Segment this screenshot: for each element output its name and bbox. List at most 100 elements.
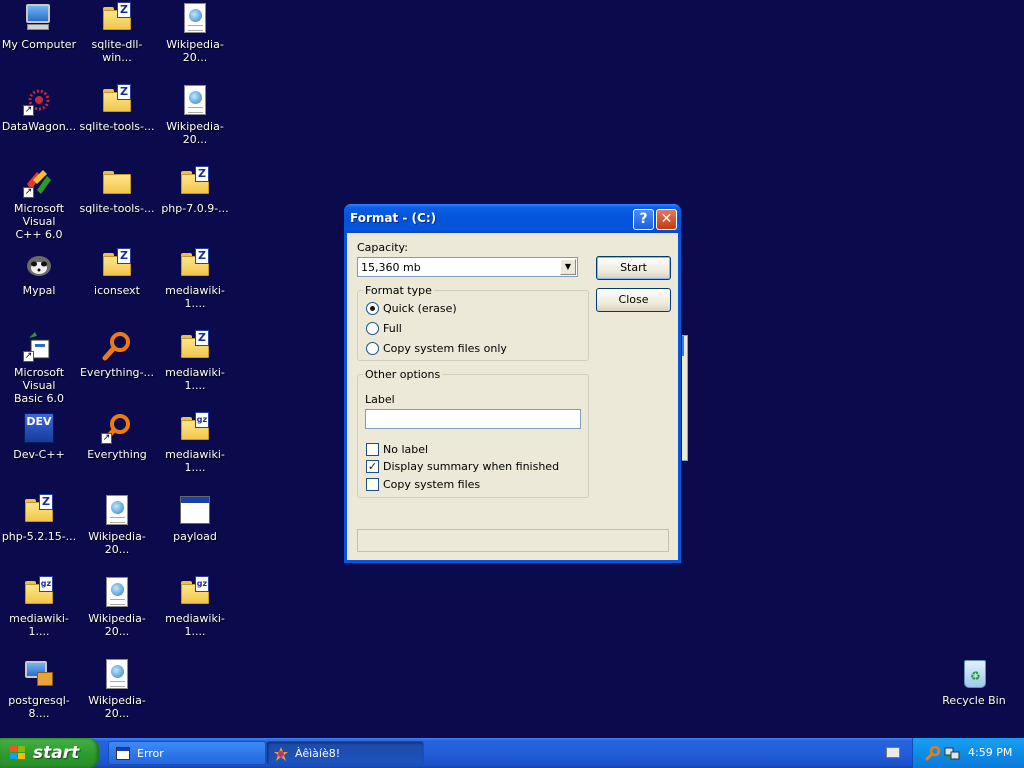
- dialog-title: Format - (C:): [350, 211, 437, 225]
- shortcut-arrow-icon: ↗: [23, 351, 34, 362]
- visual-basic-icon: ↗: [23, 330, 55, 362]
- desktop-icon-label: Microsoft Visual Basic 6.0: [13, 366, 65, 405]
- desktop-icon-recycle-bin[interactable]: ♻ Recycle Bin: [935, 658, 1013, 734]
- desktop-icon-label: Everything-...: [79, 366, 154, 379]
- desktop-icon-everything[interactable]: ↗ Everything: [78, 412, 156, 488]
- datawagon-icon: ↗: [23, 84, 55, 116]
- desktop-icon-label: My Computer: [1, 38, 77, 51]
- clock[interactable]: 4:59 PM: [968, 746, 1012, 759]
- desktop-icon-wikipedia-c2-c[interactable]: Wikipedia-20...: [78, 658, 156, 734]
- help-button[interactable]: ?: [633, 209, 654, 230]
- zip-folder-icon: Z: [23, 494, 55, 526]
- desktop-icon-mediawiki-zip-b[interactable]: Z mediawiki-1....: [156, 330, 234, 406]
- keyboard-icon[interactable]: [886, 747, 900, 758]
- desktop-icon-php7[interactable]: Z php-7.0.9-...: [156, 166, 234, 242]
- xml-document-icon: [179, 2, 211, 34]
- desktop-icon-label: sqlite-dll-win...: [91, 38, 143, 64]
- desktop-icon-label: mediawiki-1....: [165, 448, 225, 474]
- desktop-icon-label: mediawiki-1....: [165, 612, 225, 638]
- radio-quick-erase[interactable]: [366, 302, 379, 315]
- desktop-icon-devcpp[interactable]: DEV Dev-C++: [0, 412, 78, 488]
- checkbox-display-summary[interactable]: ✓: [366, 460, 379, 473]
- desktop-icon-mediawiki-gz-c[interactable]: gz mediawiki-1....: [156, 576, 234, 652]
- format-dialog: Format - (C:) ? ✕ Capacity: 15,360 mb ▼ …: [344, 204, 681, 563]
- desktop-icon-wikipedia-c3-b[interactable]: Wikipedia-20...: [156, 84, 234, 160]
- desktop-icon-mediawiki-zip-a[interactable]: Z mediawiki-1....: [156, 248, 234, 324]
- shortcut-arrow-icon: ↗: [23, 187, 34, 198]
- radio-copy-system-files-only[interactable]: [366, 342, 379, 355]
- magnifier-icon: [101, 330, 133, 362]
- desktop-icon-label: Everything: [87, 448, 147, 461]
- desktop-icon-label: sqlite-tools-...: [79, 202, 155, 215]
- raccoon-icon: [23, 248, 55, 280]
- checkbox-no-label[interactable]: [366, 443, 379, 456]
- desktop-icon-mypal[interactable]: Mypal: [0, 248, 78, 324]
- radio-full[interactable]: [366, 322, 379, 335]
- application-window-icon: [179, 494, 211, 526]
- application-icon: [273, 746, 289, 762]
- desktop-icon-label: Recycle Bin: [942, 694, 1006, 707]
- start-label: start: [33, 743, 80, 763]
- capacity-label: Capacity:: [357, 241, 408, 254]
- zip-folder-icon: Z: [179, 166, 211, 198]
- desktop-icon-label: postgresql-8....: [8, 694, 70, 720]
- desktop-icon-label: Microsoft Visual C++ 6.0: [13, 202, 65, 241]
- taskbar-item-format[interactable]: Àêìàíè8!: [266, 741, 424, 765]
- desktop-icon-mediawiki-gz-a[interactable]: gz mediawiki-1....: [0, 576, 78, 652]
- xml-document-icon: [101, 494, 133, 526]
- desktop-icon-msvb[interactable]: ↗ Microsoft Visual Basic 6.0: [0, 330, 78, 406]
- magnifier-icon: ↗: [101, 412, 133, 444]
- desktop-icon-my-computer[interactable]: My Computer: [0, 2, 78, 78]
- desktop-icon-sqlite-tools-zip[interactable]: Z sqlite-tools-...: [78, 84, 156, 160]
- volume-label-input[interactable]: [365, 409, 581, 429]
- taskbar: start Error Àêìàíè8! 4:59 PM: [0, 738, 1024, 768]
- start-button[interactable]: Start: [596, 256, 671, 280]
- desktop-icon-msvc[interactable]: ↗ Microsoft Visual C++ 6.0: [0, 166, 78, 242]
- desktop-icon-mediawiki-gz-b[interactable]: gz mediawiki-1....: [156, 412, 234, 488]
- desktop-icon-label: php-7.0.9-...: [161, 202, 229, 215]
- desktop-icon-everything-zip[interactable]: Everything-...: [78, 330, 156, 406]
- desktop-icon-label: sqlite-tools-...: [79, 120, 155, 133]
- desktop-icon-label: mediawiki-1....: [165, 366, 225, 392]
- xml-document-icon: [179, 84, 211, 116]
- search-tray-icon[interactable]: [925, 745, 941, 764]
- radio-full-label[interactable]: Full: [383, 322, 402, 335]
- recycle-bin-icon: ♻: [958, 658, 990, 690]
- checkbox-copy-system-files-label[interactable]: Copy system files: [383, 478, 480, 491]
- taskbar-item-label: Àêìàíè8!: [295, 747, 341, 760]
- taskbar-item-error[interactable]: Error: [108, 741, 266, 765]
- zip-folder-icon: Z: [101, 84, 133, 116]
- chevron-down-icon[interactable]: ▼: [560, 259, 576, 275]
- close-window-button[interactable]: ✕: [656, 209, 677, 230]
- desktop-icon-label: Wikipedia-20...: [166, 120, 224, 146]
- desktop-icon-wikipedia-c2-a[interactable]: Wikipedia-20...: [78, 494, 156, 570]
- checkbox-copy-system-files[interactable]: [366, 478, 379, 491]
- desktop-icon-label: php-5.2.15-...: [1, 530, 77, 543]
- desktop-icon-datawagon[interactable]: ↗ DataWagon...: [0, 84, 78, 160]
- close-button[interactable]: Close: [596, 288, 671, 312]
- start-button-taskbar[interactable]: start: [0, 738, 99, 768]
- zip-folder-icon: Z: [179, 248, 211, 280]
- postgresql-installer-icon: [23, 658, 55, 690]
- checkbox-display-summary-label[interactable]: Display summary when finished: [383, 460, 559, 473]
- label-caption: Label: [365, 393, 395, 406]
- capacity-select[interactable]: 15,360 mb ▼: [357, 257, 578, 277]
- checkbox-no-label-label[interactable]: No label: [383, 443, 428, 456]
- gz-folder-icon: gz: [179, 412, 211, 444]
- radio-copy-system-files-only-label[interactable]: Copy system files only: [383, 342, 507, 355]
- desktop-icon-iconsext[interactable]: Z iconsext: [78, 248, 156, 324]
- desktop-icon-label: Wikipedia-20...: [88, 612, 146, 638]
- taskbar-item-label: Error: [137, 747, 164, 760]
- desktop-icon-payload[interactable]: payload: [156, 494, 234, 570]
- desktop-icon-sqlite-dll[interactable]: Z sqlite-dll-win...: [78, 2, 156, 78]
- desktop-icon-wikipedia-c3-a[interactable]: Wikipedia-20...: [156, 2, 234, 78]
- desktop-icon-postgresql[interactable]: postgresql-8....: [0, 658, 78, 734]
- radio-quick-erase-label[interactable]: Quick (erase): [383, 302, 457, 315]
- desktop-icon-sqlite-tools-folder[interactable]: sqlite-tools-...: [78, 166, 156, 242]
- zip-folder-icon: Z: [179, 330, 211, 362]
- desktop-icon-wikipedia-c2-b[interactable]: Wikipedia-20...: [78, 576, 156, 652]
- desktop-icon-php5[interactable]: Z php-5.2.15-...: [0, 494, 78, 570]
- network-tray-icon[interactable]: [944, 745, 960, 764]
- windows-logo-icon: [10, 746, 26, 761]
- dialog-titlebar[interactable]: Format - (C:) ? ✕: [344, 204, 681, 233]
